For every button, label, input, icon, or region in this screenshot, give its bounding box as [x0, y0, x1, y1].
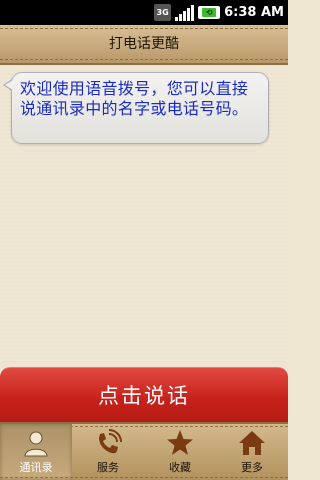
- network-3g-icon: 3G: [154, 4, 172, 21]
- speak-button[interactable]: 点击说话: [0, 367, 288, 422]
- message-bubble: 欢迎使用语音拨号，您可以直接说通讯录中的名字或电话号码。: [11, 72, 269, 144]
- clock: 6:38 AM: [224, 5, 284, 20]
- home-icon: [237, 429, 267, 457]
- clock-time: 6:38: [224, 5, 257, 20]
- nav-label-favorites: 收藏: [169, 461, 191, 474]
- nav-item-more[interactable]: 更多: [216, 424, 288, 480]
- bubble-tail-fill: [5, 80, 13, 90]
- nav-label-services: 服务: [97, 461, 119, 474]
- contact-person-icon: [21, 429, 51, 457]
- status-icons: 3G ⟲ 6:38 AM: [154, 0, 284, 25]
- page-title: 打电话更酷: [109, 36, 179, 52]
- nav-item-contacts[interactable]: 通讯录: [0, 424, 72, 480]
- nav-label-contacts: 通讯录: [19, 461, 53, 474]
- status-bar: 3G ⟲ 6:38 AM: [0, 0, 288, 25]
- nav-item-favorites[interactable]: 收藏: [144, 424, 216, 480]
- nav-label-more: 更多: [241, 461, 263, 474]
- speak-button-label: 点击说话: [98, 384, 190, 408]
- conversation-area: 欢迎使用语音拨号，您可以直接说通讯录中的名字或电话号码。: [0, 65, 288, 367]
- battery-icon: ⟲: [198, 6, 221, 19]
- bottom-nav: 通讯录 服务 收藏 更多: [0, 422, 288, 480]
- clock-ampm: AM: [261, 5, 284, 20]
- title-bar: 打电话更酷: [0, 25, 288, 65]
- message-text: 欢迎使用语音拨号，您可以直接说通讯录中的名字或电话号码。: [20, 79, 249, 118]
- phone-call-icon: [93, 429, 123, 457]
- star-icon: [165, 429, 195, 457]
- nav-item-services[interactable]: 服务: [72, 424, 144, 480]
- network-label: 3G: [156, 8, 169, 17]
- signal-strength-icon: [175, 4, 195, 21]
